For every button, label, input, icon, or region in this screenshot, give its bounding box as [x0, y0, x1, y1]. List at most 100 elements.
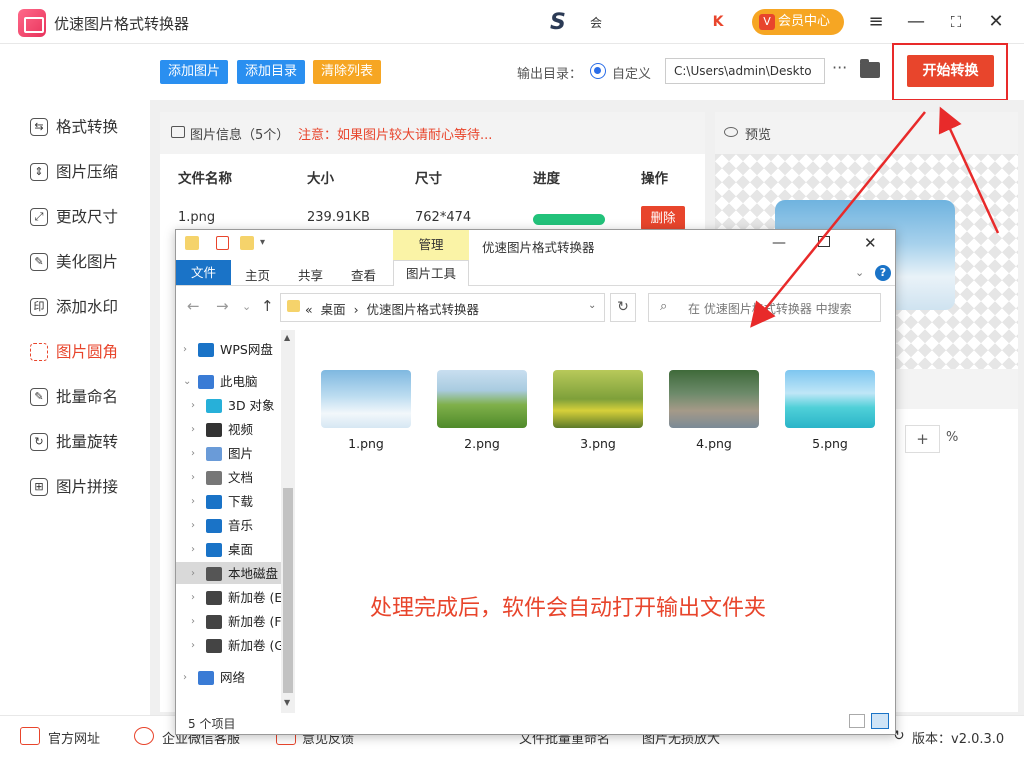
scroll-down-icon[interactable]: ▼: [284, 698, 290, 707]
nav-expand-icon[interactable]: ›: [191, 568, 195, 579]
nav-expand-icon[interactable]: ›: [191, 592, 195, 603]
vip-icon[interactable]: K: [708, 12, 728, 32]
start-convert-button[interactable]: 开始转换: [907, 55, 994, 87]
nav-expand-icon[interactable]: ›: [191, 496, 195, 507]
nav-expand-icon[interactable]: ›: [191, 520, 195, 531]
address-dropdown-icon[interactable]: ⌄: [588, 300, 596, 311]
zoom-plus-button[interactable]: +: [905, 425, 940, 453]
sidebar-item-7[interactable]: ↻ 批量旋转: [28, 427, 143, 457]
sidebar-item-label: 图片圆角: [56, 343, 119, 361]
nav-expand-icon[interactable]: ›: [191, 448, 195, 459]
nav-expand-icon[interactable]: ›: [191, 616, 195, 627]
file-item[interactable]: 3.png: [552, 370, 644, 451]
nav-item-1[interactable]: 此电脑: [198, 372, 288, 392]
tab-picture-tools[interactable]: 图片工具: [393, 260, 469, 286]
more-options-button[interactable]: ···: [832, 58, 847, 77]
forward-arrow-icon[interactable]: →: [216, 297, 229, 315]
tab-file[interactable]: 文件: [176, 260, 231, 285]
nav-item-label: 视频: [228, 422, 254, 437]
maximize-button[interactable]: ⛶: [944, 10, 968, 34]
breadcrumb-folder[interactable]: 优速图片格式转换器: [367, 302, 480, 317]
nav-expand-icon[interactable]: ›: [191, 640, 195, 651]
footer-website-link[interactable]: 官方网址: [48, 728, 100, 747]
nav-expand-icon[interactable]: ›: [183, 344, 187, 355]
tab-view[interactable]: 查看: [351, 265, 376, 284]
nav-expand-icon[interactable]: ›: [191, 400, 195, 411]
watermark-icon: 印: [30, 298, 48, 316]
close-button[interactable]: ✕: [984, 10, 1008, 34]
member-center-button[interactable]: V 会员中心: [752, 9, 844, 35]
scroll-up-icon[interactable]: ▲: [284, 333, 290, 342]
breadcrumb-overflow[interactable]: «: [305, 302, 313, 317]
recent-dropdown-icon[interactable]: ⌄: [242, 300, 251, 313]
nav-item-13[interactable]: 网络: [198, 668, 288, 688]
zoom-unit: %: [946, 430, 959, 445]
ribbon-expand-icon[interactable]: ⌄: [855, 266, 864, 279]
tab-share[interactable]: 共享: [298, 265, 323, 284]
file-item[interactable]: 1.png: [320, 370, 412, 451]
nav-item-label: 本地磁盘: [228, 566, 279, 581]
sidebar-item-4[interactable]: 印添加水印: [28, 292, 143, 322]
sidebar-item-6[interactable]: ✎ 批量命名: [28, 382, 143, 412]
help-icon[interactable]: ?: [875, 265, 891, 281]
sidebar-item-2[interactable]: ⤢ 更改尺寸: [28, 202, 143, 232]
crown-icon: V: [759, 14, 775, 30]
open-folder-icon[interactable]: [860, 59, 880, 78]
minimize-button[interactable]: —: [904, 10, 928, 34]
content-scrollbar[interactable]: [880, 328, 894, 708]
explorer-title: 优速图片格式转换器: [482, 240, 595, 255]
nav-expand-icon[interactable]: ›: [191, 472, 195, 483]
column-header-name: 文件名称: [178, 171, 232, 187]
sidebar-item-3[interactable]: ✎ 美化图片: [28, 247, 143, 277]
address-folder-icon: [287, 300, 300, 312]
explorer-maximize-button[interactable]: [818, 236, 830, 247]
file-item[interactable]: 4.png: [668, 370, 760, 451]
breadcrumb-desktop[interactable]: 桌面: [321, 302, 346, 317]
new-folder-icon[interactable]: [240, 236, 254, 250]
delete-button[interactable]: 删除: [641, 206, 685, 230]
nav-scroll-thumb[interactable]: [283, 488, 293, 693]
nav-expand-icon[interactable]: ›: [191, 424, 195, 435]
clear-list-button[interactable]: 清除列表: [313, 60, 382, 84]
explorer-ribbon: [176, 260, 895, 286]
sidebar-item-1[interactable]: ⇕ 图片压缩: [28, 157, 143, 187]
sidebar-item-label: 图片拼接: [56, 478, 119, 496]
pictures-icon: [206, 447, 222, 461]
explorer-minimize-button[interactable]: —: [772, 235, 786, 251]
back-arrow-icon[interactable]: ←: [187, 297, 200, 315]
details-view-icon[interactable]: [849, 714, 865, 728]
row-file-size: 239.91KB: [307, 210, 370, 225]
up-arrow-icon[interactable]: ↑: [261, 297, 274, 315]
refresh-button[interactable]: ↻: [610, 293, 636, 322]
sidebar-item-5[interactable]: 图片圆角: [28, 337, 143, 367]
search-placeholder: 在 优速图片格式转换器 中搜索: [688, 302, 852, 316]
app-logo-icon: [18, 9, 46, 37]
compress-icon: ⇕: [30, 163, 48, 181]
video-icon: [206, 423, 222, 437]
large-icons-view-icon[interactable]: [871, 713, 889, 729]
output-dir-input[interactable]: C:\Users\admin\Deskto: [665, 58, 825, 84]
properties-icon[interactable]: [216, 236, 229, 250]
sidebar-item-0[interactable]: ⇆ 格式转换: [28, 112, 143, 142]
nav-expand-icon[interactable]: ›: [191, 544, 195, 555]
sidebar-item-8[interactable]: ⊞ 图片拼接: [28, 472, 143, 502]
quick-access-dropdown-icon[interactable]: ▾: [260, 237, 265, 248]
completion-message: 处理完成后，软件会自动打开输出文件夹: [370, 596, 767, 621]
nav-expand-icon[interactable]: ⌄: [183, 376, 191, 387]
folder-icon: [185, 236, 199, 250]
explorer-close-button[interactable]: ✕: [864, 234, 877, 252]
add-dir-button[interactable]: 添加目录: [237, 60, 306, 84]
file-item[interactable]: 2.png: [436, 370, 528, 451]
nav-item-label: 新加卷 (E: [228, 590, 283, 605]
tab-home[interactable]: 主页: [245, 265, 270, 284]
drive-icon: [206, 591, 222, 605]
download-icon: [206, 495, 222, 509]
nav-expand-icon[interactable]: ›: [183, 672, 187, 683]
file-item[interactable]: 5.png: [784, 370, 876, 451]
add-image-button[interactable]: 添加图片: [160, 60, 229, 84]
menu-icon[interactable]: ≡: [864, 10, 888, 34]
website-icon: [20, 727, 40, 745]
manage-tab[interactable]: 管理: [393, 230, 469, 260]
nav-item-0[interactable]: WPS网盘: [198, 340, 288, 360]
custom-radio[interactable]: [590, 63, 606, 79]
